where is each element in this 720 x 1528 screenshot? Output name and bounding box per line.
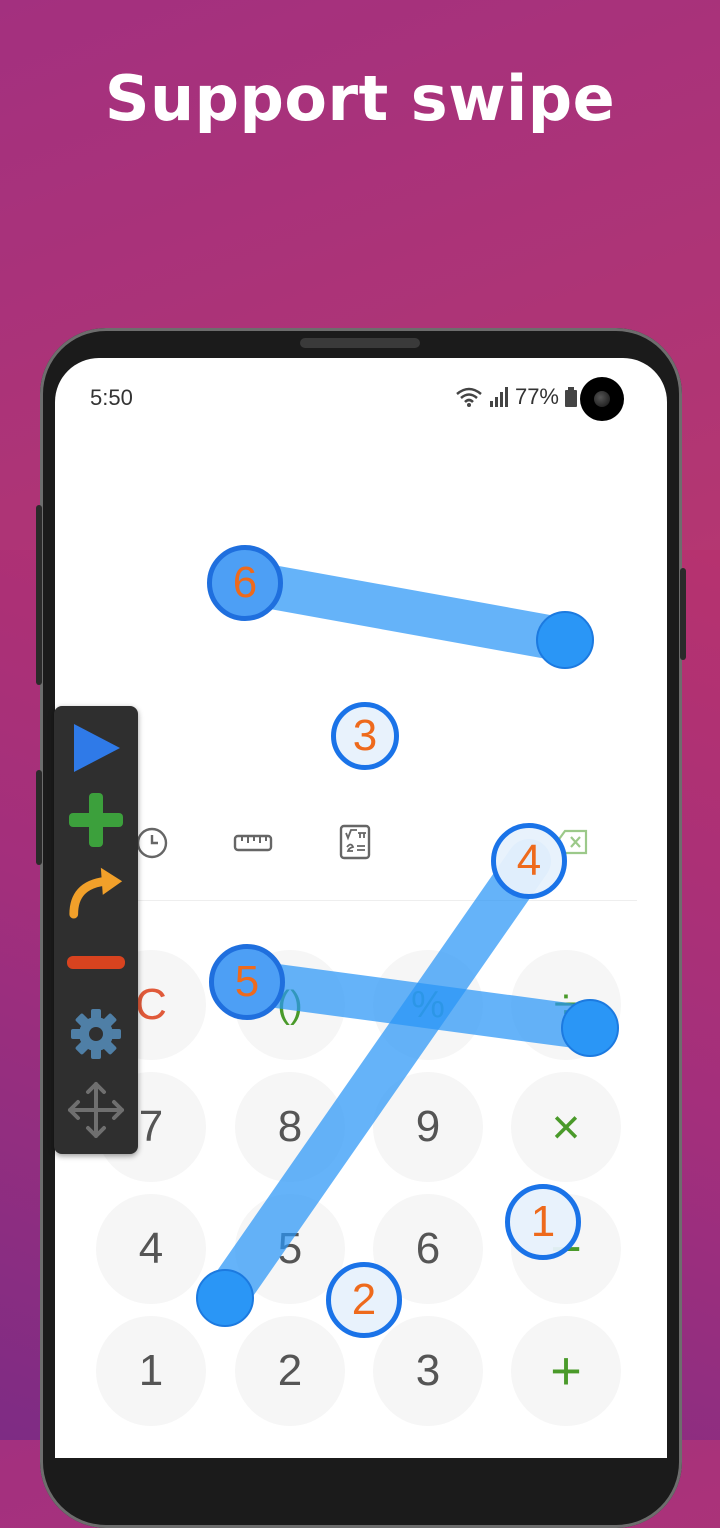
scientific-icon[interactable]	[339, 824, 371, 860]
tap-marker-1: 1	[505, 1184, 581, 1260]
calculator-tools	[55, 818, 667, 898]
ruler-icon[interactable]	[233, 830, 273, 856]
front-camera	[580, 377, 624, 421]
gear-icon[interactable]	[66, 1004, 126, 1064]
minus-icon[interactable]	[66, 932, 126, 992]
key-4[interactable]: 4	[96, 1194, 206, 1304]
phone-side-button	[36, 770, 42, 865]
swipe-end-point	[561, 999, 619, 1057]
key-3[interactable]: 3	[373, 1316, 483, 1426]
play-icon[interactable]	[66, 718, 126, 778]
plus-icon[interactable]	[66, 790, 126, 850]
phone-speaker	[300, 338, 420, 348]
key-1[interactable]: 1	[96, 1316, 206, 1426]
swipe-end-point	[536, 611, 594, 669]
key-multiply[interactable]: ×	[511, 1072, 621, 1182]
key-9[interactable]: 9	[373, 1072, 483, 1182]
divider	[135, 900, 637, 901]
tap-marker-3: 3	[331, 702, 399, 770]
status-icons: 77%	[455, 384, 577, 410]
move-icon[interactable]	[66, 1080, 126, 1140]
key-plus[interactable]: +	[511, 1316, 621, 1426]
signal-icon	[489, 387, 508, 407]
wifi-icon	[456, 387, 482, 407]
swipe-end-point	[196, 1269, 254, 1327]
tap-marker-2: 2	[326, 1262, 402, 1338]
key-percent[interactable]: %	[373, 950, 483, 1060]
floating-toolbar	[54, 706, 138, 1154]
headline: Support swipe	[104, 62, 616, 135]
key-8[interactable]: 8	[235, 1072, 345, 1182]
status-bar: 5:50 77%	[55, 358, 667, 438]
tap-marker-4: 4	[491, 823, 567, 899]
tap-marker-5: 5	[209, 944, 285, 1020]
tap-marker-6: 6	[207, 545, 283, 621]
battery-icon	[565, 387, 577, 407]
redo-arrow-icon[interactable]	[66, 860, 126, 920]
status-time: 5:50	[90, 385, 133, 410]
history-icon[interactable]	[135, 826, 169, 860]
phone-side-button	[36, 505, 42, 685]
phone-side-button	[680, 568, 686, 660]
key-2[interactable]: 2	[235, 1316, 345, 1426]
battery-level: 77%	[514, 384, 559, 409]
